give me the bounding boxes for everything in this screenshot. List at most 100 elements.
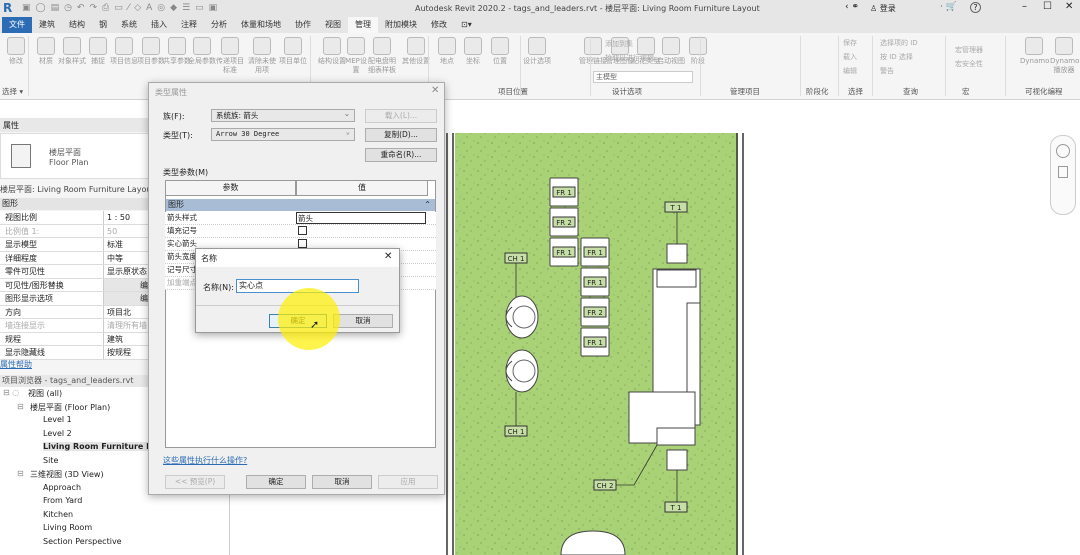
instance-selector[interactable]: 楼层平面: Living Room Furniture Layout (0, 184, 150, 195)
ribbon-small-button-0[interactable]: 添加到集 (605, 39, 633, 49)
browser-item[interactable]: Level 1 (43, 415, 72, 424)
tag-label[interactable]: FR 2 (587, 309, 603, 317)
property-row[interactable]: 比例值 1: 50 (0, 224, 150, 238)
ribbon-button-17[interactable]: 位置 (486, 37, 514, 66)
preview-button[interactable]: << 预览(P) (165, 475, 225, 489)
ribbon-button-7[interactable]: 全局参数 (188, 37, 216, 66)
browser-item[interactable]: From Yard (43, 496, 82, 505)
family-select[interactable]: 系统族: 箭头 (211, 108, 355, 122)
revit-logo[interactable]: R (3, 1, 12, 15)
ribbon-small-button-3[interactable]: 保存 (843, 38, 857, 48)
property-value[interactable]: 项目北 (104, 305, 150, 318)
param-row[interactable]: 填充记号 (165, 225, 436, 238)
browser-item[interactable]: 视图 (all) (28, 388, 62, 399)
browser-item[interactable]: Section Perspective (43, 537, 122, 546)
quick-access-toolbar[interactable]: ▣◯▤◷↶↷⎙▭⁄◇A◎◆☰▭▣ (22, 3, 222, 13)
property-row[interactable]: 方向 项目北 (0, 305, 150, 319)
tab-11[interactable]: 管理 (348, 17, 378, 33)
tab-12[interactable]: 附加模块 (378, 17, 424, 33)
ribbon-button-13[interactable]: 配电盘明细表样板 (368, 37, 396, 75)
property-value[interactable]: 按规程 (104, 346, 150, 359)
ok-button[interactable]: 确定 (246, 475, 306, 489)
collapse-icon[interactable]: ⌃ (424, 199, 431, 211)
property-value[interactable]: 建筑 (104, 332, 150, 345)
property-row[interactable]: 视图比例 1 : 50 (0, 211, 150, 225)
tab-10[interactable]: 视图 (318, 17, 348, 33)
apply-button[interactable]: 应用 (378, 475, 438, 489)
tab-14[interactable]: ⊡▾ (454, 17, 479, 33)
type-selector[interactable]: 楼层平面 Floor Plan (0, 133, 150, 179)
ribbon-button-1[interactable]: 材质 (32, 37, 60, 66)
tag-label[interactable]: FR 1 (556, 189, 572, 197)
ribbon-button-8[interactable]: 传递项目标准 (216, 37, 244, 75)
load-button[interactable]: 载入(L)... (365, 109, 437, 123)
ribbon-button-12[interactable]: MEP设置 (342, 37, 370, 75)
name-input[interactable]: 实心点 (236, 279, 359, 293)
ribbon-small-button-7[interactable]: 按 ID 选择 (880, 52, 913, 62)
property-value[interactable]: 编 (104, 278, 150, 291)
tab-1[interactable]: 建筑 (32, 17, 62, 33)
help-icon[interactable]: ? (970, 2, 981, 13)
param-value[interactable]: 箭头 (296, 212, 426, 224)
tab-5[interactable]: 插入 (144, 17, 174, 33)
property-value[interactable]: 1 : 50 (104, 211, 150, 224)
sign-in-button[interactable]: ♙ 登录 (870, 3, 896, 14)
property-value[interactable]: 编 (104, 292, 150, 305)
ribbon-button-0[interactable]: 修改 (2, 37, 30, 66)
browser-item[interactable]: Site (43, 456, 58, 465)
browser-item[interactable]: Approach (43, 483, 81, 492)
ribbon-small-button-9[interactable]: 宏管理器 (955, 45, 983, 55)
checkbox[interactable] (298, 226, 307, 235)
close-icon[interactable]: ✕ (431, 85, 439, 96)
browser-item[interactable]: Kitchen (43, 510, 73, 519)
ribbon-button-3[interactable]: 捕捉 (84, 37, 112, 66)
tag-label[interactable]: T 1 (670, 504, 682, 512)
ribbon-button-14[interactable]: 其他设置 (402, 37, 430, 66)
type-select[interactable]: Arrow 30 Degree (211, 127, 355, 141)
ribbon-small-button-8[interactable]: 警告 (880, 66, 894, 76)
property-value[interactable]: 显示原状态 (104, 265, 150, 278)
ribbon-button-10[interactable]: 项目单位 (279, 37, 307, 66)
properties-help-link[interactable]: 属性帮助 (0, 359, 32, 370)
maximize-button[interactable]: ☐ (1043, 1, 1052, 12)
ribbon-button-18[interactable]: 设计选项 (523, 37, 551, 66)
ribbon-button-15[interactable]: 地点 (433, 37, 461, 66)
panel-label-0[interactable]: 选择 ▾ (2, 86, 23, 97)
steering-wheel-icon[interactable] (1056, 144, 1070, 158)
close-icon[interactable]: ✕ (384, 251, 392, 262)
minimize-button[interactable]: – (1022, 1, 1027, 12)
ribbon-button-5[interactable]: 项目参数 (137, 37, 165, 66)
ribbon-button-2[interactable]: 对象样式 (58, 37, 86, 66)
ribbon-small-button-5[interactable]: 编辑 (843, 66, 857, 76)
browser-item[interactable]: 三维视图 (3D View) (30, 469, 104, 480)
ribbon-small-button-4[interactable]: 载入 (843, 52, 857, 62)
ribbon-button-4[interactable]: 项目信息 (110, 37, 138, 66)
ribbon-small-button-2[interactable]: 主模型 (593, 71, 693, 83)
zoom-icon[interactable] (1058, 166, 1068, 178)
name-cancel-button[interactable]: 取消 (333, 314, 393, 328)
rename-button[interactable]: 重命名(R)... (365, 148, 437, 162)
tree-prefix[interactable]: ⊟ (17, 402, 24, 411)
close-button[interactable]: ✕ (1065, 1, 1073, 12)
ribbon-button-19[interactable]: 管理链接 (579, 37, 607, 66)
browser-item[interactable]: Level 2 (43, 429, 72, 438)
tab-8[interactable]: 体量和场地 (234, 17, 288, 33)
property-value[interactable]: 清理所有墙 (104, 319, 150, 332)
tab-3[interactable]: 钢 (92, 17, 114, 33)
ribbon-button-6[interactable]: 共享参数 (163, 37, 191, 66)
browser-item[interactable]: 楼层平面 (Floor Plan) (30, 402, 110, 413)
property-row[interactable]: 零件可见性 显示原状态 (0, 265, 150, 279)
tag-label[interactable]: T 1 (670, 204, 682, 212)
browser-item[interactable]: Living Room (43, 523, 92, 532)
property-value[interactable]: 50 (104, 224, 150, 237)
property-row[interactable]: 详细程度 中等 (0, 251, 150, 265)
ribbon-small-button-6[interactable]: 选择项的 ID (880, 38, 918, 48)
property-value[interactable]: 标准 (104, 238, 150, 251)
tag-label[interactable]: FR 1 (587, 249, 603, 257)
tab-4[interactable]: 系统 (114, 17, 144, 33)
ribbon-button-9[interactable]: 清除未使用项 (248, 37, 276, 75)
tab-9[interactable]: 协作 (288, 17, 318, 33)
tag-label[interactable]: FR 1 (556, 249, 572, 257)
duplicate-button[interactable]: 复制(D)... (365, 128, 437, 142)
tag-label[interactable]: CH 1 (508, 255, 525, 263)
